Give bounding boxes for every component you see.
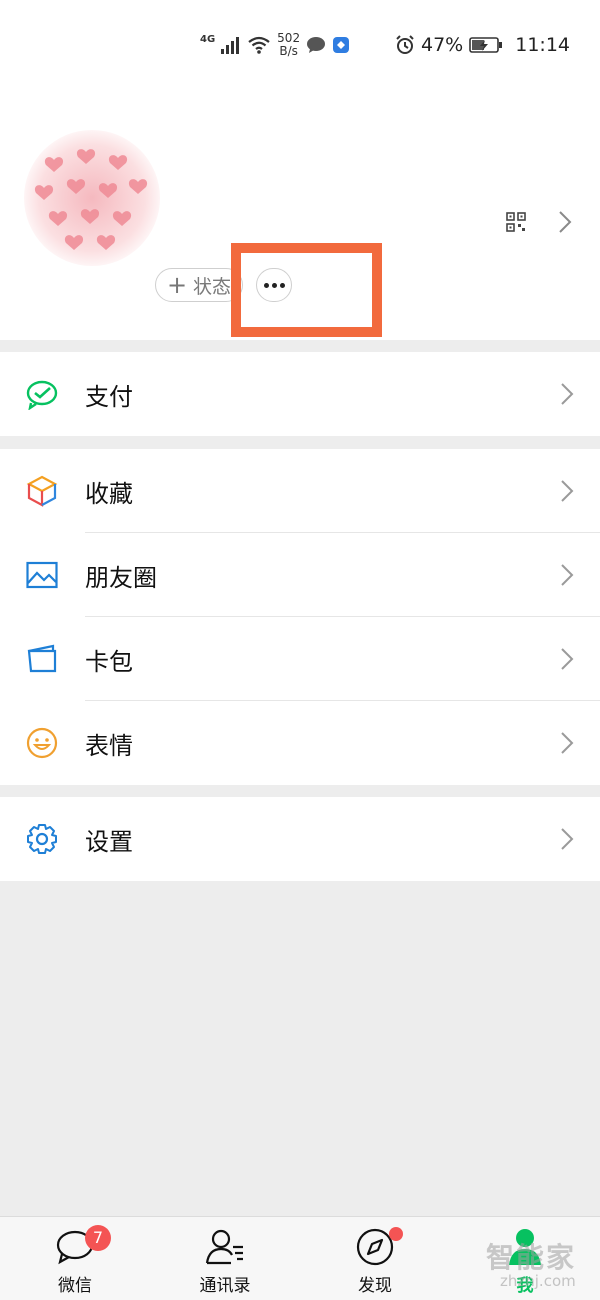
tab-me[interactable]: 我 [450,1217,600,1300]
chevron-right-icon [561,648,574,670]
network-type: 4G [200,33,216,45]
menu-item-cards[interactable]: 卡包 [0,617,600,701]
tab-chats[interactable]: 7 微信 [0,1217,150,1300]
chevron-right-icon [561,480,574,502]
avatar-hearts-pattern [34,149,148,250]
menu-group-main: 收藏 朋友圈 卡包 表情 [0,449,600,785]
menu-group-settings: 设置 [0,797,600,881]
status-bar-right: 47% 11:14 [395,30,570,60]
status-bar: 4G 502 B/s 47% 11:14 [0,0,600,88]
highlight-box [231,243,382,337]
chevron-right-icon [561,383,574,405]
battery-percent: 47% [421,34,464,56]
network-speed: 502 B/s [277,32,300,58]
wifi-icon [248,36,270,54]
menu-item-settings[interactable]: 设置 [0,797,600,881]
unread-badge: 7 [85,1225,111,1251]
status-bar-left: 4G 502 B/s [200,30,350,60]
menu-item-favorites[interactable]: 收藏 [0,449,600,533]
picture-icon [26,561,58,589]
alarm-icon [396,35,414,54]
profile-header: + 状态 [0,88,600,340]
chevron-right-icon[interactable] [558,210,572,234]
tab-contacts[interactable]: 通讯录 [150,1217,300,1300]
menu-group-pay: 支付 [0,352,600,436]
message-notification-icon [307,37,326,53]
menu-item-label: 收藏 [85,479,133,508]
qr-code-icon[interactable] [506,212,526,232]
menu-item-stickers[interactable]: 表情 [0,701,600,785]
contacts-icon [205,1229,243,1265]
plus-icon: + [166,271,188,299]
smile-icon [26,727,58,759]
add-status-button[interactable]: + 状态 [155,268,243,302]
notification-dot [389,1227,403,1241]
gear-icon [27,824,57,854]
tab-label: 通讯录 [199,1276,251,1296]
chevron-right-icon [561,828,574,850]
speed-unit: B/s [279,44,298,58]
chevron-right-icon [561,564,574,586]
menu-item-label: 表情 [85,731,133,760]
tab-discover[interactable]: 发现 [300,1217,450,1300]
person-icon [509,1229,541,1265]
tab-label: 我 [516,1276,534,1296]
app-notification-icon [333,37,350,53]
menu-item-label: 卡包 [85,647,133,676]
tab-label: 微信 [58,1276,92,1296]
battery-charging-icon [469,37,503,53]
menu-item-label: 设置 [85,827,133,856]
status-button-label: 状态 [193,275,232,298]
cube-icon [26,475,58,507]
avatar[interactable] [24,130,160,266]
bottom-tab-bar: 7 微信 通讯录 发现 我 [0,1216,600,1300]
signal-icon [221,37,240,54]
wechat-pay-icon [26,380,58,410]
tab-label: 发现 [358,1276,392,1296]
chevron-right-icon [561,732,574,754]
wallet-icon [27,644,57,673]
clock: 11:14 [515,34,570,56]
menu-item-moments[interactable]: 朋友圈 [0,533,600,617]
menu-item-label: 朋友圈 [85,563,157,592]
menu-item-label: 支付 [85,382,133,411]
menu-item-pay[interactable]: 支付 [0,352,600,436]
